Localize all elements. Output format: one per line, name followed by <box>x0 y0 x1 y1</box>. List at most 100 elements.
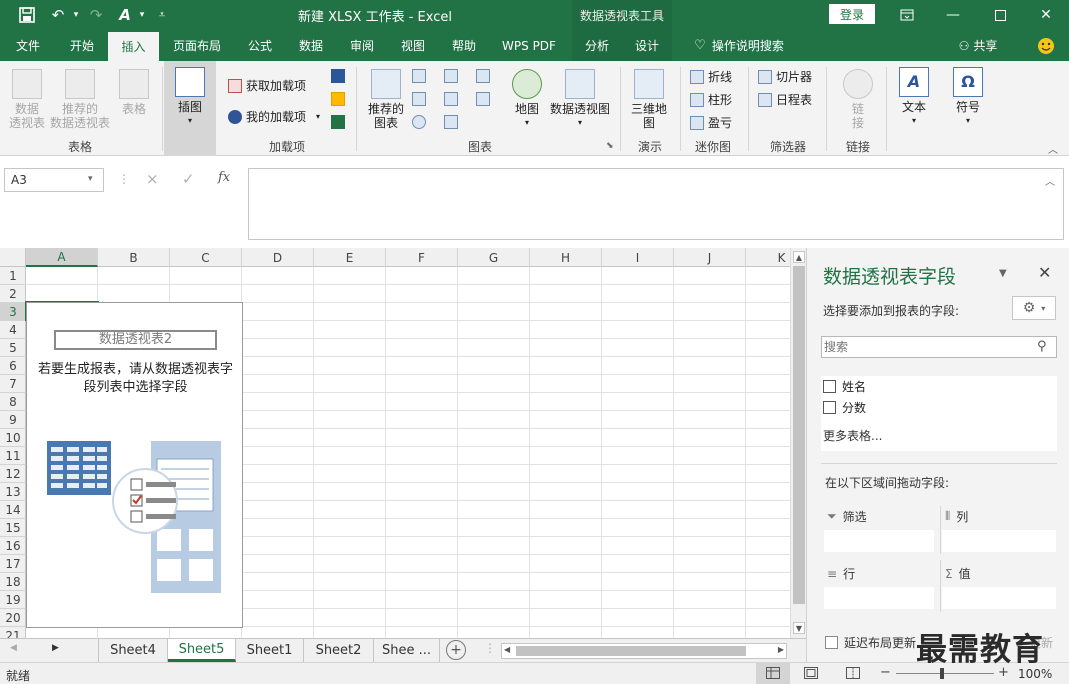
column-header-i[interactable]: I <box>602 248 674 267</box>
tab-page-layout[interactable]: 页面布局 <box>164 30 230 61</box>
row-header-14[interactable]: 14 <box>0 501 26 519</box>
collapse-ribbon-icon[interactable]: ︿ <box>1048 141 1058 156</box>
rows-drop-zone[interactable] <box>824 587 934 609</box>
waterfall-chart-icon[interactable] <box>476 69 490 83</box>
field-settings-button[interactable]: ⚙ ▾ <box>1012 296 1056 320</box>
login-button[interactable]: 登录 <box>829 4 875 24</box>
row-header-5[interactable]: 5 <box>0 339 26 357</box>
row-header-17[interactable]: 17 <box>0 555 26 573</box>
minimize-icon[interactable]: — <box>930 0 976 30</box>
tab-design[interactable]: 设计 <box>622 30 672 61</box>
undo-icon[interactable]: ↶ <box>46 0 70 30</box>
vertical-scroll-thumb[interactable] <box>793 266 805 604</box>
visio-icon[interactable] <box>331 69 345 83</box>
field-checkbox[interactable] <box>823 380 836 393</box>
sheet-tab-sheet5[interactable]: Sheet5 <box>168 639 236 662</box>
zoom-slider-thumb[interactable] <box>940 668 944 679</box>
tab-review[interactable]: 审阅 <box>338 30 386 61</box>
row-header-19[interactable]: 19 <box>0 591 26 609</box>
tab-data[interactable]: 数据 <box>288 30 334 61</box>
more-tables-link[interactable]: 更多表格... <box>823 427 882 444</box>
ribbon-display-options-icon[interactable] <box>884 0 930 30</box>
people-graph-icon[interactable] <box>331 115 345 129</box>
statistic-chart-icon[interactable] <box>444 92 458 106</box>
row-header-10[interactable]: 10 <box>0 429 26 447</box>
scroll-up-icon[interactable]: ▲ <box>793 251 805 263</box>
columns-drop-zone[interactable] <box>942 530 1056 552</box>
sheet-tab-sheet1[interactable]: Sheet1 <box>236 639 304 662</box>
column-header-b[interactable]: B <box>98 248 170 267</box>
line-chart-icon[interactable] <box>412 92 426 106</box>
defer-layout-update[interactable]: 延迟布局更新 <box>825 634 916 651</box>
scroll-down-icon[interactable]: ▼ <box>793 622 805 634</box>
row-header-21[interactable]: 21 <box>0 627 26 639</box>
row-header-18[interactable]: 18 <box>0 573 26 591</box>
recommended-charts-button[interactable]: 推荐的 图表 <box>364 69 408 130</box>
customize-qat-icon[interactable]: ⩡ <box>154 0 170 30</box>
sheet-nav-next-icon[interactable]: ▶ <box>52 643 59 653</box>
tell-me-search[interactable]: ♡ 操作说明搜索 <box>684 30 794 61</box>
field-search-input[interactable] <box>821 336 1057 358</box>
values-drop-zone[interactable] <box>942 587 1056 609</box>
row-header-1[interactable]: 1 <box>0 267 26 285</box>
row-header-15[interactable]: 15 <box>0 519 26 537</box>
symbols-button[interactable]: Ω 符号 ▾ <box>948 67 988 128</box>
text-button[interactable]: A 文本 ▾ <box>894 67 934 128</box>
pane-close-icon[interactable]: ✕ <box>1038 263 1051 282</box>
field-item-name[interactable]: 姓名 <box>823 378 866 395</box>
tab-wps-pdf[interactable]: WPS PDF <box>494 30 564 61</box>
timeline-button[interactable]: 日程表 <box>758 91 812 108</box>
format-painter-icon[interactable]: A <box>114 0 136 30</box>
combo-chart-icon[interactable] <box>476 92 490 106</box>
undo-dropdown-icon[interactable]: ▾ <box>70 0 82 30</box>
tab-help[interactable]: 帮助 <box>440 30 488 61</box>
add-sheet-icon[interactable]: + <box>446 640 466 660</box>
column-header-c[interactable]: C <box>170 248 242 267</box>
sparkline-winloss-button[interactable]: 盈亏 <box>690 114 732 131</box>
3d-map-button[interactable]: 三维地 图 <box>628 69 670 130</box>
column-header-a[interactable]: A <box>26 248 98 267</box>
column-header-d[interactable]: D <box>242 248 314 267</box>
row-header-3[interactable]: 3 <box>0 303 26 321</box>
column-chart-icon[interactable] <box>412 69 426 83</box>
get-addins-button[interactable]: 获取加载项 <box>228 77 306 94</box>
maximize-icon[interactable] <box>977 0 1023 30</box>
scatter-chart-icon[interactable] <box>444 115 458 129</box>
format-dropdown-icon[interactable]: ▾ <box>136 0 148 30</box>
my-addins-button[interactable]: 我的加载项 ▾ <box>228 108 320 125</box>
field-checkbox[interactable] <box>823 401 836 414</box>
tab-formulas[interactable]: 公式 <box>236 30 284 61</box>
zoom-out-icon[interactable]: − <box>880 665 891 680</box>
pivot-chart-button[interactable]: 数据透视图 ▾ <box>548 69 612 130</box>
zoom-level[interactable]: 100% <box>1018 667 1052 681</box>
sheet-tab-sheet2[interactable]: Sheet2 <box>304 639 374 662</box>
horizontal-scrollbar[interactable]: ◀ ▶ <box>501 643 787 659</box>
slicer-button[interactable]: 切片器 <box>758 68 812 85</box>
row-header-4[interactable]: 4 <box>0 321 26 339</box>
filter-drop-zone[interactable] <box>824 530 934 552</box>
name-box-dropdown-icon[interactable]: ▾ <box>88 174 93 184</box>
row-header-20[interactable]: 20 <box>0 609 26 627</box>
sparkline-column-button[interactable]: 柱形 <box>690 91 732 108</box>
bing-icon[interactable] <box>331 92 345 106</box>
pane-options-dropdown-icon[interactable]: ▼ <box>999 268 1007 279</box>
row-header-2[interactable]: 2 <box>0 285 26 303</box>
scroll-right-icon[interactable]: ▶ <box>778 645 784 654</box>
smiley-icon[interactable] <box>1034 30 1058 61</box>
column-header-j[interactable]: J <box>674 248 746 267</box>
horizontal-scroll-thumb[interactable] <box>516 646 746 656</box>
page-break-view-icon[interactable] <box>846 667 860 682</box>
row-header-8[interactable]: 8 <box>0 393 26 411</box>
map-chart-button[interactable]: 地图 ▾ <box>510 69 544 130</box>
column-header-h[interactable]: H <box>530 248 602 267</box>
page-layout-view-icon[interactable] <box>804 667 818 682</box>
tab-home[interactable]: 开始 <box>56 30 108 61</box>
illustrations-button[interactable]: 插图 ▾ <box>164 61 216 156</box>
tab-insert[interactable]: 插入 <box>108 32 159 61</box>
pie-chart-icon[interactable] <box>412 115 426 129</box>
field-item-score[interactable]: 分数 <box>823 399 866 416</box>
row-header-7[interactable]: 7 <box>0 375 26 393</box>
row-header-12[interactable]: 12 <box>0 465 26 483</box>
row-header-13[interactable]: 13 <box>0 483 26 501</box>
charts-dialog-launcher-icon[interactable]: ⬊ <box>606 141 614 151</box>
